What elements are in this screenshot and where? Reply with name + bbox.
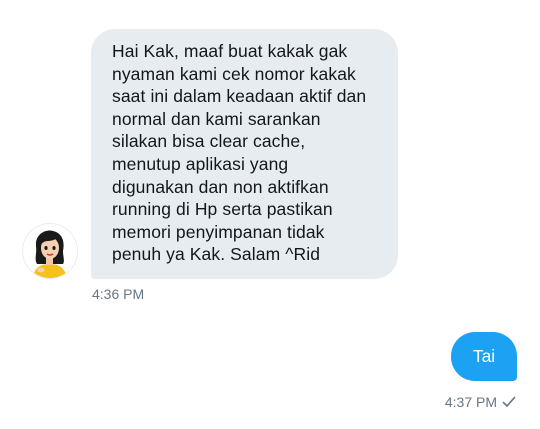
cartoon-woman-avatar-icon [23,224,77,278]
check-icon [502,395,516,409]
sent-message-bubble[interactable]: Tai [451,332,517,381]
sent-message-meta: 4:37 PM [445,394,516,410]
received-message-timestamp: 4:36 PM [92,286,145,302]
dm-conversation: Hai Kak, maaf buat kakak gak nyaman kami… [0,0,540,429]
avatar[interactable] [23,224,77,278]
sent-message-timestamp: 4:37 PM [444,394,497,410]
received-message-bubble[interactable]: Hai Kak, maaf buat kakak gak nyaman kami… [91,29,398,279]
